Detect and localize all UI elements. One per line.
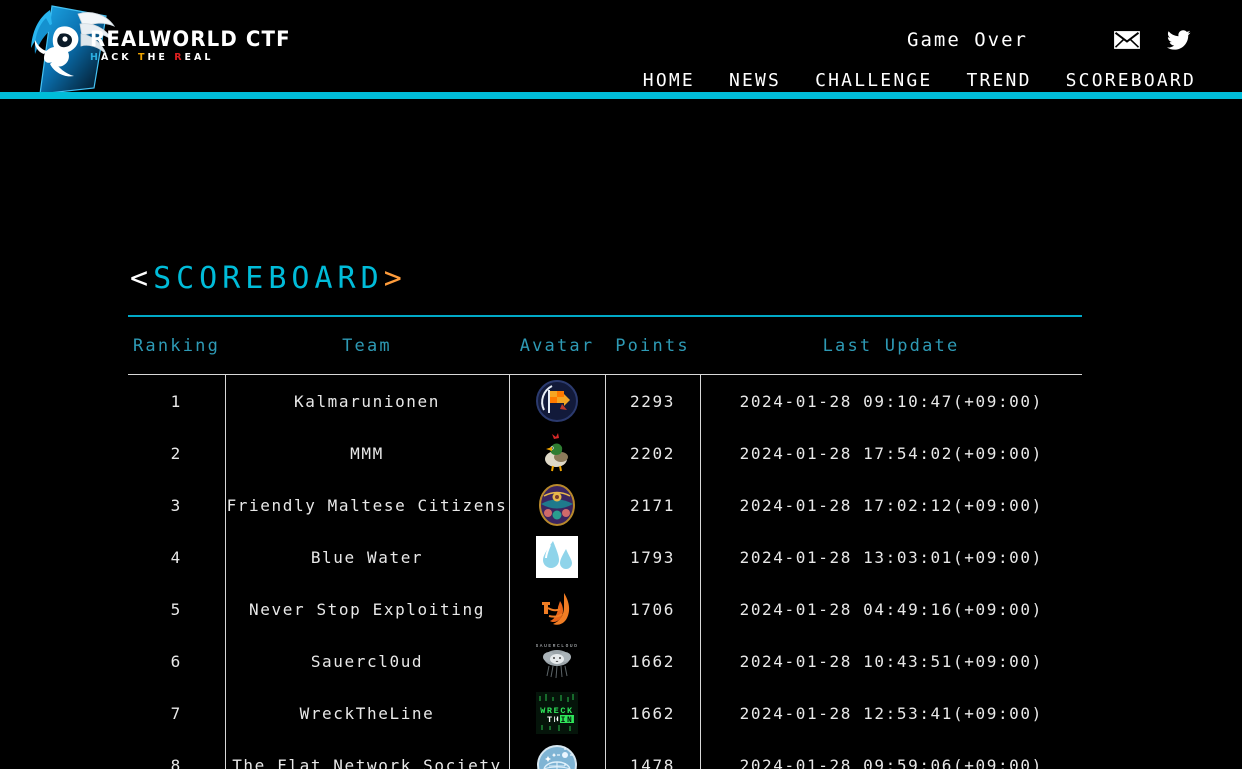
cell-last-update: 2024-01-28 04:49:16(+09:00) bbox=[700, 583, 1082, 635]
blue-water-avatar bbox=[536, 536, 578, 578]
page-title: <SCOREBOARD> bbox=[130, 259, 407, 299]
column-header-avatar: Avatar bbox=[509, 315, 605, 375]
status-badge: Game Over bbox=[907, 29, 1028, 51]
kalmarunionen-avatar bbox=[536, 380, 578, 422]
cell-ranking: 4 bbox=[128, 531, 226, 583]
nav-trend[interactable]: TREND bbox=[966, 70, 1031, 92]
cell-points: 2293 bbox=[605, 374, 701, 427]
page-title-open-bracket: < bbox=[130, 261, 154, 296]
header-utility-bar: Game Over bbox=[907, 26, 1194, 54]
cell-ranking: 8 bbox=[128, 739, 226, 769]
cell-points: 1706 bbox=[605, 583, 701, 635]
cell-last-update: 2024-01-28 13:03:01(+09:00) bbox=[700, 531, 1082, 583]
page-title-text: SCOREBOARD bbox=[153, 261, 384, 296]
cell-ranking: 6 bbox=[128, 635, 226, 687]
cell-last-update: 2024-01-28 09:59:06(+09:00) bbox=[700, 739, 1082, 769]
cell-avatar bbox=[509, 531, 606, 583]
cell-ranking: 5 bbox=[128, 583, 226, 635]
scoreboard-body: 1 Kalmarunionen 2293 2024-01-28 09:10:47(+… bbox=[128, 374, 1082, 769]
cell-avatar bbox=[509, 374, 606, 427]
cell-points: 1478 bbox=[605, 739, 701, 769]
table-row: 6 Sauercl0ud SAUERCLOUD 1662 2024-01-28 10… bbox=[128, 635, 1082, 687]
svg-text:SAUERCLOUD: SAUERCLOUD bbox=[536, 643, 578, 649]
cell-ranking: 3 bbox=[128, 479, 226, 531]
cell-avatar bbox=[509, 427, 606, 479]
flat-network-society-avatar bbox=[536, 744, 578, 769]
cell-team-name: Sauercl0ud bbox=[225, 635, 510, 687]
cell-last-update: 2024-01-28 17:02:12(+09:00) bbox=[700, 479, 1082, 531]
never-stop-exploiting-avatar bbox=[536, 588, 578, 630]
main-navigation: HOME NEWS CHALLENGE TREND SCOREBOARD bbox=[643, 70, 1196, 92]
table-row: 7 WreckTheLine WRECK THE LINE 1662 2024-01… bbox=[128, 687, 1082, 739]
scoreboard-table: Ranking Team Avatar Points Last Update 1… bbox=[128, 315, 1082, 769]
table-row: 4 Blue Water 1793 2024-01-28 13:03:01(+09:… bbox=[128, 531, 1082, 583]
mail-icon[interactable] bbox=[1112, 27, 1142, 53]
cell-team-name: MMM bbox=[225, 427, 510, 479]
cell-last-update: 2024-01-28 12:53:41(+09:00) bbox=[700, 687, 1082, 739]
cell-team-name: Never Stop Exploiting bbox=[225, 583, 510, 635]
nav-challenge[interactable]: CHALLENGE bbox=[815, 70, 932, 92]
column-header-team: Team bbox=[225, 315, 509, 375]
cell-last-update: 2024-01-28 10:43:51(+09:00) bbox=[700, 635, 1082, 687]
nav-scoreboard[interactable]: SCOREBOARD bbox=[1066, 70, 1196, 92]
cell-ranking: 1 bbox=[128, 374, 226, 427]
nav-home[interactable]: HOME bbox=[643, 70, 695, 92]
column-header-ranking: Ranking bbox=[128, 315, 225, 375]
table-row: 1 Kalmarunionen 2293 2024-01-28 09:10:47(+… bbox=[128, 374, 1082, 427]
brand-logo[interactable]: REALWORLD CTF HACK THE REAL bbox=[14, 2, 290, 97]
table-row: 8 The Flat Network Society 1478 2024-01-28… bbox=[128, 739, 1082, 769]
site-header: REALWORLD CTF HACK THE REAL Game Over HO… bbox=[0, 0, 1242, 99]
scoreboard-container: Ranking Team Avatar Points Last Update 1… bbox=[128, 315, 1082, 769]
brand-title: REALWORLD CTF bbox=[90, 27, 291, 51]
page-title-close-bracket: > bbox=[383, 261, 407, 296]
cell-points: 2171 bbox=[605, 479, 701, 531]
cell-team-name: Blue Water bbox=[225, 531, 510, 583]
cell-avatar bbox=[509, 739, 606, 769]
cell-points: 1662 bbox=[605, 635, 701, 687]
page-body: <SCOREBOARD> Ranking Team Avatar Points … bbox=[0, 99, 1242, 769]
cell-points: 1662 bbox=[605, 687, 701, 739]
cell-team-name: Kalmarunionen bbox=[225, 374, 510, 427]
cell-team-name: Friendly Maltese Citizens bbox=[225, 479, 510, 531]
cell-ranking: 2 bbox=[128, 427, 226, 479]
svg-text:LINE: LINE bbox=[554, 716, 578, 725]
cell-avatar: SAUERCLOUD bbox=[509, 635, 606, 687]
cell-avatar bbox=[509, 583, 606, 635]
cell-avatar: WRECK THE LINE bbox=[509, 687, 606, 739]
cell-avatar bbox=[509, 479, 606, 531]
twitter-icon[interactable] bbox=[1164, 27, 1194, 53]
cell-points: 1793 bbox=[605, 531, 701, 583]
sauercloud-avatar: SAUERCLOUD bbox=[536, 640, 578, 682]
friendly-maltese-citizens-avatar bbox=[536, 484, 578, 526]
cell-team-name: The Flat Network Society bbox=[225, 739, 510, 769]
mmm-duck-avatar bbox=[536, 432, 578, 474]
cell-ranking: 7 bbox=[128, 687, 226, 739]
scoreboard-header-row: Ranking Team Avatar Points Last Update bbox=[128, 315, 1082, 375]
column-header-points: Points bbox=[605, 315, 700, 375]
cell-team-name: WreckTheLine bbox=[225, 687, 510, 739]
table-row: 5 Never Stop Exploiting 1706 2024-01-28 04… bbox=[128, 583, 1082, 635]
nav-news[interactable]: NEWS bbox=[729, 70, 781, 92]
column-header-last-update: Last Update bbox=[700, 315, 1082, 375]
cell-points: 2202 bbox=[605, 427, 701, 479]
brand-wordmark: REALWORLD CTF HACK THE REAL bbox=[90, 27, 291, 76]
table-row: 2 MMM 2202 2024-01-28 17:54:02(+09:00) bbox=[128, 427, 1082, 479]
cell-last-update: 2024-01-28 09:10:47(+09:00) bbox=[700, 374, 1082, 427]
header-accent-bar bbox=[0, 92, 1242, 99]
table-row: 3 Friendly Maltese Citizens 2171 2024-01-2… bbox=[128, 479, 1082, 531]
brand-tagline: HACK THE REAL bbox=[90, 52, 214, 63]
cell-last-update: 2024-01-28 17:54:02(+09:00) bbox=[700, 427, 1082, 479]
wrecktheline-avatar: WRECK THE LINE bbox=[536, 692, 578, 734]
